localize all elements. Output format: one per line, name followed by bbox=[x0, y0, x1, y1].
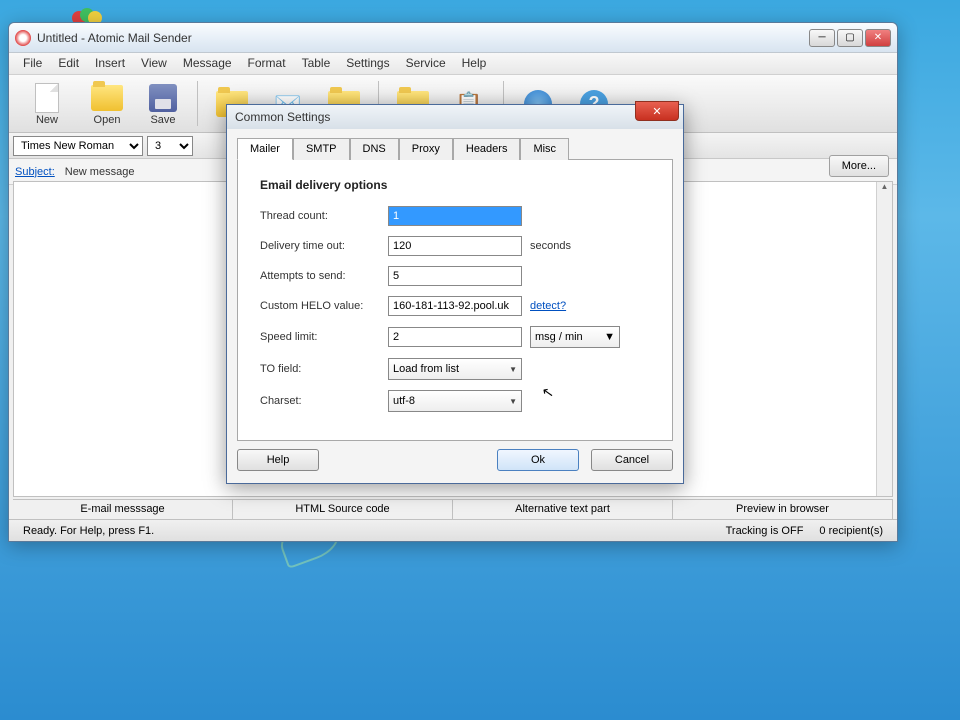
thread-count-label: Thread count: bbox=[260, 210, 388, 222]
menubar: File Edit Insert View Message Format Tab… bbox=[9, 53, 897, 75]
status-ready: Ready. For Help, press F1. bbox=[15, 525, 718, 537]
helo-input[interactable] bbox=[388, 296, 522, 316]
chevron-down-icon: ▼ bbox=[509, 365, 517, 374]
menu-edit[interactable]: Edit bbox=[50, 53, 87, 74]
tab-headers[interactable]: Headers bbox=[453, 138, 521, 160]
maximize-button[interactable]: ▢ bbox=[837, 29, 863, 47]
speed-label: Speed limit: bbox=[260, 331, 388, 343]
tab-proxy[interactable]: Proxy bbox=[399, 138, 453, 160]
tab-email-message[interactable]: E-mail messsage bbox=[13, 500, 233, 519]
to-field-label: TO field: bbox=[260, 363, 388, 375]
helo-label: Custom HELO value: bbox=[260, 300, 388, 312]
seconds-label: seconds bbox=[530, 240, 571, 252]
folder-open-icon bbox=[91, 82, 123, 114]
menu-help[interactable]: Help bbox=[454, 53, 495, 74]
detect-link[interactable]: detect? bbox=[530, 300, 566, 312]
dialog-titlebar: Common Settings ✕ bbox=[227, 105, 683, 129]
new-page-icon bbox=[31, 82, 63, 114]
menu-insert[interactable]: Insert bbox=[87, 53, 133, 74]
menu-view[interactable]: View bbox=[133, 53, 175, 74]
font-size-select[interactable]: 3 bbox=[147, 136, 193, 156]
delivery-timeout-label: Delivery time out: bbox=[260, 240, 388, 252]
chevron-down-icon: ▼ bbox=[509, 397, 517, 406]
status-recipients: 0 recipient(s) bbox=[811, 525, 891, 537]
menu-format[interactable]: Format bbox=[240, 53, 294, 74]
tab-dns[interactable]: DNS bbox=[350, 138, 399, 160]
common-settings-dialog: Common Settings ✕ Mailer SMTP DNS Proxy … bbox=[226, 104, 684, 484]
section-title: Email delivery options bbox=[260, 178, 650, 192]
dialog-tabs: Mailer SMTP DNS Proxy Headers Misc bbox=[227, 129, 683, 159]
ok-button[interactable]: Ok bbox=[497, 449, 579, 471]
speed-input[interactable] bbox=[388, 327, 522, 347]
titlebar: Untitled - Atomic Mail Sender ─ ▢ ✕ bbox=[9, 23, 897, 53]
close-button[interactable]: ✕ bbox=[865, 29, 891, 47]
charset-label: Charset: bbox=[260, 395, 388, 407]
menu-message[interactable]: Message bbox=[175, 53, 240, 74]
open-button[interactable]: Open bbox=[79, 77, 135, 130]
window-title: Untitled - Atomic Mail Sender bbox=[37, 31, 809, 45]
new-button[interactable]: New bbox=[15, 77, 79, 130]
tab-smtp[interactable]: SMTP bbox=[293, 138, 350, 160]
bottom-tabs: E-mail messsage HTML Source code Alterna… bbox=[13, 499, 893, 519]
dialog-body: Email delivery options Thread count: Del… bbox=[237, 159, 673, 441]
thread-count-input[interactable] bbox=[388, 206, 522, 226]
attempts-input[interactable] bbox=[388, 266, 522, 286]
dialog-title-text: Common Settings bbox=[235, 110, 330, 124]
font-family-select[interactable]: Times New Roman bbox=[13, 136, 143, 156]
tab-html-source[interactable]: HTML Source code bbox=[233, 500, 453, 519]
menu-table[interactable]: Table bbox=[294, 53, 339, 74]
status-tracking: Tracking is OFF bbox=[718, 525, 812, 537]
subject-label[interactable]: Subject: bbox=[15, 166, 55, 178]
menu-file[interactable]: File bbox=[15, 53, 50, 74]
more-button[interactable]: More... bbox=[829, 155, 889, 177]
tab-mailer[interactable]: Mailer bbox=[237, 138, 293, 160]
cancel-button[interactable]: Cancel bbox=[591, 449, 673, 471]
tab-misc[interactable]: Misc bbox=[520, 138, 569, 160]
vertical-scrollbar[interactable]: ▲ bbox=[876, 182, 892, 496]
speed-unit-select[interactable]: msg / min ▼ bbox=[530, 326, 620, 348]
app-icon bbox=[15, 30, 31, 46]
menu-settings[interactable]: Settings bbox=[338, 53, 397, 74]
minimize-button[interactable]: ─ bbox=[809, 29, 835, 47]
dialog-close-button[interactable]: ✕ bbox=[635, 101, 679, 121]
charset-select[interactable]: utf-8 ▼ bbox=[388, 390, 522, 412]
save-button[interactable]: Save bbox=[135, 77, 191, 130]
delivery-timeout-input[interactable] bbox=[388, 236, 522, 256]
status-bar: Ready. For Help, press F1. Tracking is O… bbox=[9, 519, 897, 541]
chevron-down-icon: ▼ bbox=[604, 331, 615, 343]
tab-preview[interactable]: Preview in browser bbox=[673, 500, 893, 519]
help-button[interactable]: Help bbox=[237, 449, 319, 471]
attempts-label: Attempts to send: bbox=[260, 270, 388, 282]
tab-alt-text[interactable]: Alternative text part bbox=[453, 500, 673, 519]
to-field-select[interactable]: Load from list ▼ bbox=[388, 358, 522, 380]
disk-icon bbox=[147, 82, 179, 114]
menu-service[interactable]: Service bbox=[398, 53, 454, 74]
